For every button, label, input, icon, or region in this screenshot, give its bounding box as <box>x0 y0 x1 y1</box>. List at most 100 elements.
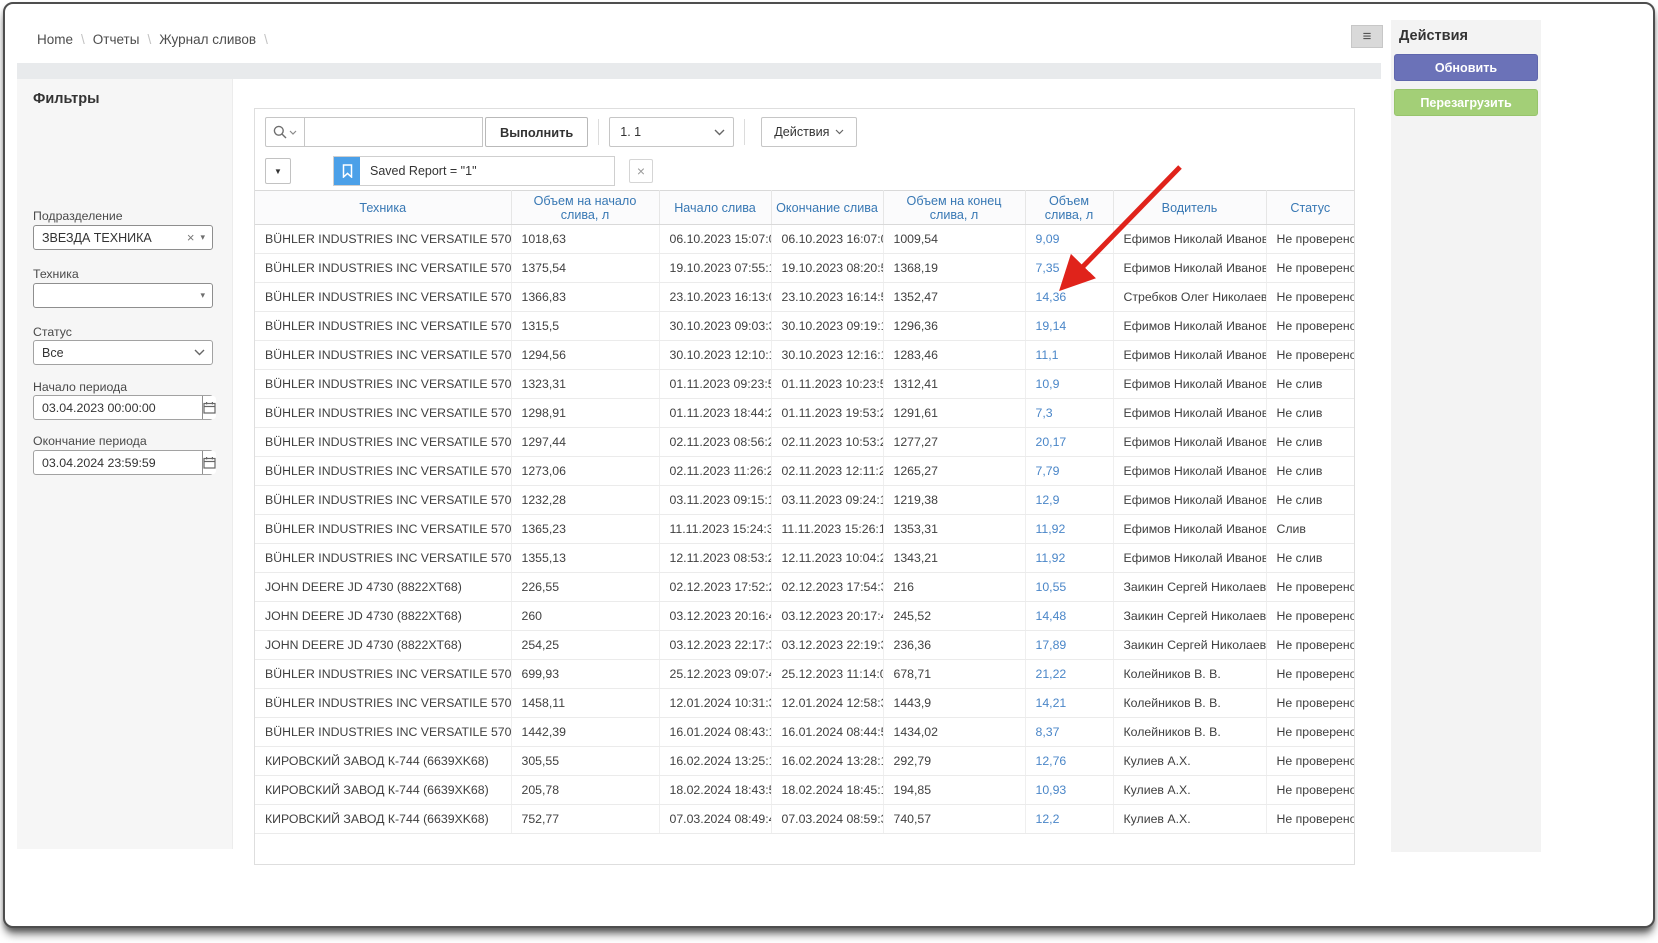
table-row[interactable]: JOHN DEERE JD 4730 (8822XT68)226,5502.12… <box>255 573 1354 602</box>
drain-volume-link[interactable]: 11,1 <box>1036 348 1059 362</box>
column-header-driver[interactable]: Водитель <box>1113 191 1266 225</box>
table-row[interactable]: BÜHLER INDUSTRIES INC VERSATILE 570 (216… <box>255 312 1354 341</box>
column-header-tehnika[interactable]: Техника <box>255 191 511 225</box>
breadcrumb-separator: \ <box>147 32 151 47</box>
cell-volume-end: 1353,31 <box>883 515 1025 544</box>
cell-drain-end: 01.11.2023 19:53:23 <box>771 399 883 428</box>
column-header-drain-volume[interactable]: Объем слива, л <box>1025 191 1113 225</box>
table-row[interactable]: BÜHLER INDUSTRIES INC VERSATILE 570 (216… <box>255 225 1354 254</box>
cell-drain-end: 02.11.2023 12:11:23 <box>771 457 883 486</box>
drain-volume-link[interactable]: 10,9 <box>1036 377 1060 391</box>
table-row[interactable]: BÜHLER INDUSTRIES INC VERSATILE 570 (216… <box>255 515 1354 544</box>
drain-volume-link[interactable]: 8,37 <box>1036 725 1060 739</box>
drain-volume-link[interactable]: 12,9 <box>1036 493 1060 507</box>
drain-volume-link[interactable]: 7,79 <box>1036 464 1060 478</box>
table-row[interactable]: КИРОВСКИЙ ЗАВОД К-744 (6639XK68)752,7707… <box>255 805 1354 834</box>
cell-drain-end: 01.11.2023 10:23:52 <box>771 370 883 399</box>
drain-volume-link[interactable]: 7,3 <box>1036 406 1053 420</box>
table-row[interactable]: BÜHLER INDUSTRIES INC VERSATILE 570 (216… <box>255 486 1354 515</box>
drain-volume-link[interactable]: 21,22 <box>1036 667 1067 681</box>
drain-volume-link[interactable]: 11,92 <box>1036 551 1066 565</box>
table-row[interactable]: BÜHLER INDUSTRIES INC VERSATILE 570 (216… <box>255 399 1354 428</box>
menu-button[interactable]: ≡ <box>1351 25 1383 48</box>
table-actions-button[interactable]: Действия <box>761 117 857 147</box>
cell-driver: Ефимов Николай Иванович <box>1113 515 1266 544</box>
drain-volume-link[interactable]: 10,55 <box>1036 580 1067 594</box>
filters-title: Фильтры <box>33 91 99 107</box>
reload-button[interactable]: Перезагрузить <box>1394 89 1538 116</box>
drain-volume-link[interactable]: 17,89 <box>1036 638 1067 652</box>
cell-drain-end: 30.10.2023 12:16:14 <box>771 341 883 370</box>
calendar-icon[interactable] <box>202 451 216 474</box>
saved-report-chip[interactable]: Saved Report = "1" <box>333 156 615 186</box>
table-row[interactable]: BÜHLER INDUSTRIES INC VERSATILE 570 (216… <box>255 660 1354 689</box>
drain-volume-link[interactable]: 14,48 <box>1036 609 1067 623</box>
column-header-status[interactable]: Статус <box>1266 191 1354 225</box>
chevron-down-icon[interactable]: ▾ <box>198 290 212 301</box>
drain-volume-link[interactable]: 9,09 <box>1036 232 1060 246</box>
cell-status: Не проверено <box>1266 747 1354 776</box>
cell-tehnika: КИРОВСКИЙ ЗАВОД К-744 (6639XK68) <box>255 747 511 776</box>
report-version-select[interactable]: 1. 1 <box>609 117 734 147</box>
column-header-drain-end[interactable]: Окончание слива <box>771 191 883 225</box>
drain-volume-link[interactable]: 12,76 <box>1036 754 1067 768</box>
column-header-volume-end[interactable]: Объем на конец слива, л <box>883 191 1025 225</box>
drain-volume-link[interactable]: 7,35 <box>1036 261 1060 275</box>
search-button[interactable] <box>265 117 305 147</box>
drain-volume-link[interactable]: 11,92 <box>1036 522 1066 536</box>
division-combobox[interactable]: ЗВЕЗДА ТЕХНИКА × ▾ <box>33 225 213 250</box>
cell-tehnika: BÜHLER INDUSTRIES INC VERSATILE 570 (216… <box>255 457 511 486</box>
table-row[interactable]: JOHN DEERE JD 4730 (8822XT68)254,2503.12… <box>255 631 1354 660</box>
breadcrumb-item[interactable]: Home <box>37 32 73 47</box>
cell-volume-end: 216 <box>883 573 1025 602</box>
bookmark-icon[interactable] <box>334 157 360 185</box>
filter-expand-button[interactable]: ▼ <box>265 158 291 184</box>
cell-driver: Колейников В. В. <box>1113 689 1266 718</box>
chevron-down-icon[interactable]: ▾ <box>198 232 212 243</box>
drain-volume-link[interactable]: 10,93 <box>1036 783 1067 797</box>
drain-volume-link[interactable]: 12,2 <box>1036 812 1060 826</box>
cell-volume-end: 1443,9 <box>883 689 1025 718</box>
period-end-input[interactable] <box>34 451 202 474</box>
table-row[interactable]: JOHN DEERE JD 4730 (8822XT68)26003.12.20… <box>255 602 1354 631</box>
calendar-icon[interactable] <box>202 396 216 419</box>
table-row[interactable]: BÜHLER INDUSTRIES INC VERSATILE 570 (216… <box>255 341 1354 370</box>
breadcrumb-item[interactable]: Журнал сливов <box>159 32 256 47</box>
period-end-label: Окончание периода <box>33 434 147 448</box>
cell-tehnika: BÜHLER INDUSTRIES INC VERSATILE 570 (216… <box>255 312 511 341</box>
drain-volume-link[interactable]: 14,21 <box>1036 696 1067 710</box>
cell-status: Не проверено <box>1266 283 1354 312</box>
refresh-button[interactable]: Обновить <box>1394 54 1538 81</box>
drain-volume-link[interactable]: 19,14 <box>1036 319 1067 333</box>
cell-drain-volume: 9,09 <box>1025 225 1113 254</box>
status-select[interactable]: Все <box>33 340 213 365</box>
drain-volume-link[interactable]: 14,36 <box>1036 290 1067 304</box>
table-row[interactable]: BÜHLER INDUSTRIES INC VERSATILE 570 (216… <box>255 370 1354 399</box>
cell-driver: Кулиев А.Х. <box>1113 805 1266 834</box>
column-header-volume-start[interactable]: Объем на начало слива, л <box>511 191 659 225</box>
cell-drain-end: 16.01.2024 08:44:50 <box>771 718 883 747</box>
table-row[interactable]: КИРОВСКИЙ ЗАВОД К-744 (6639XK68)305,5516… <box>255 747 1354 776</box>
column-header-drain-start[interactable]: Начало слива <box>659 191 771 225</box>
table-row[interactable]: BÜHLER INDUSTRIES INC VERSATILE 570 (216… <box>255 457 1354 486</box>
breadcrumb-item[interactable]: Отчеты <box>93 32 140 47</box>
cell-status: Не проверено <box>1266 776 1354 805</box>
cell-volume-start: 260 <box>511 602 659 631</box>
clear-icon[interactable]: × <box>183 230 199 245</box>
cell-drain-start: 19.10.2023 07:55:15 <box>659 254 771 283</box>
table-row[interactable]: BÜHLER INDUSTRIES INC VERSATILE 570 (216… <box>255 718 1354 747</box>
table-row[interactable]: BÜHLER INDUSTRIES INC VERSATILE 570 (216… <box>255 254 1354 283</box>
search-input[interactable] <box>305 117 483 147</box>
drain-volume-link[interactable]: 20,17 <box>1036 435 1067 449</box>
table-row[interactable]: BÜHLER INDUSTRIES INC VERSATILE 570 (216… <box>255 428 1354 457</box>
table-row[interactable]: BÜHLER INDUSTRIES INC VERSATILE 570 (216… <box>255 689 1354 718</box>
table-row[interactable]: BÜHLER INDUSTRIES INC VERSATILE 570 (216… <box>255 283 1354 312</box>
tech-combobox[interactable]: ▾ <box>33 283 213 308</box>
cell-status: Не слив <box>1266 544 1354 573</box>
close-icon[interactable]: × <box>629 159 653 183</box>
table-row[interactable]: BÜHLER INDUSTRIES INC VERSATILE 570 (216… <box>255 544 1354 573</box>
execute-button[interactable]: Выполнить <box>485 117 588 147</box>
table-row[interactable]: КИРОВСКИЙ ЗАВОД К-744 (6639XK68)205,7818… <box>255 776 1354 805</box>
period-start-input[interactable] <box>34 396 202 419</box>
cell-drain-start: 23.10.2023 16:13:08 <box>659 283 771 312</box>
